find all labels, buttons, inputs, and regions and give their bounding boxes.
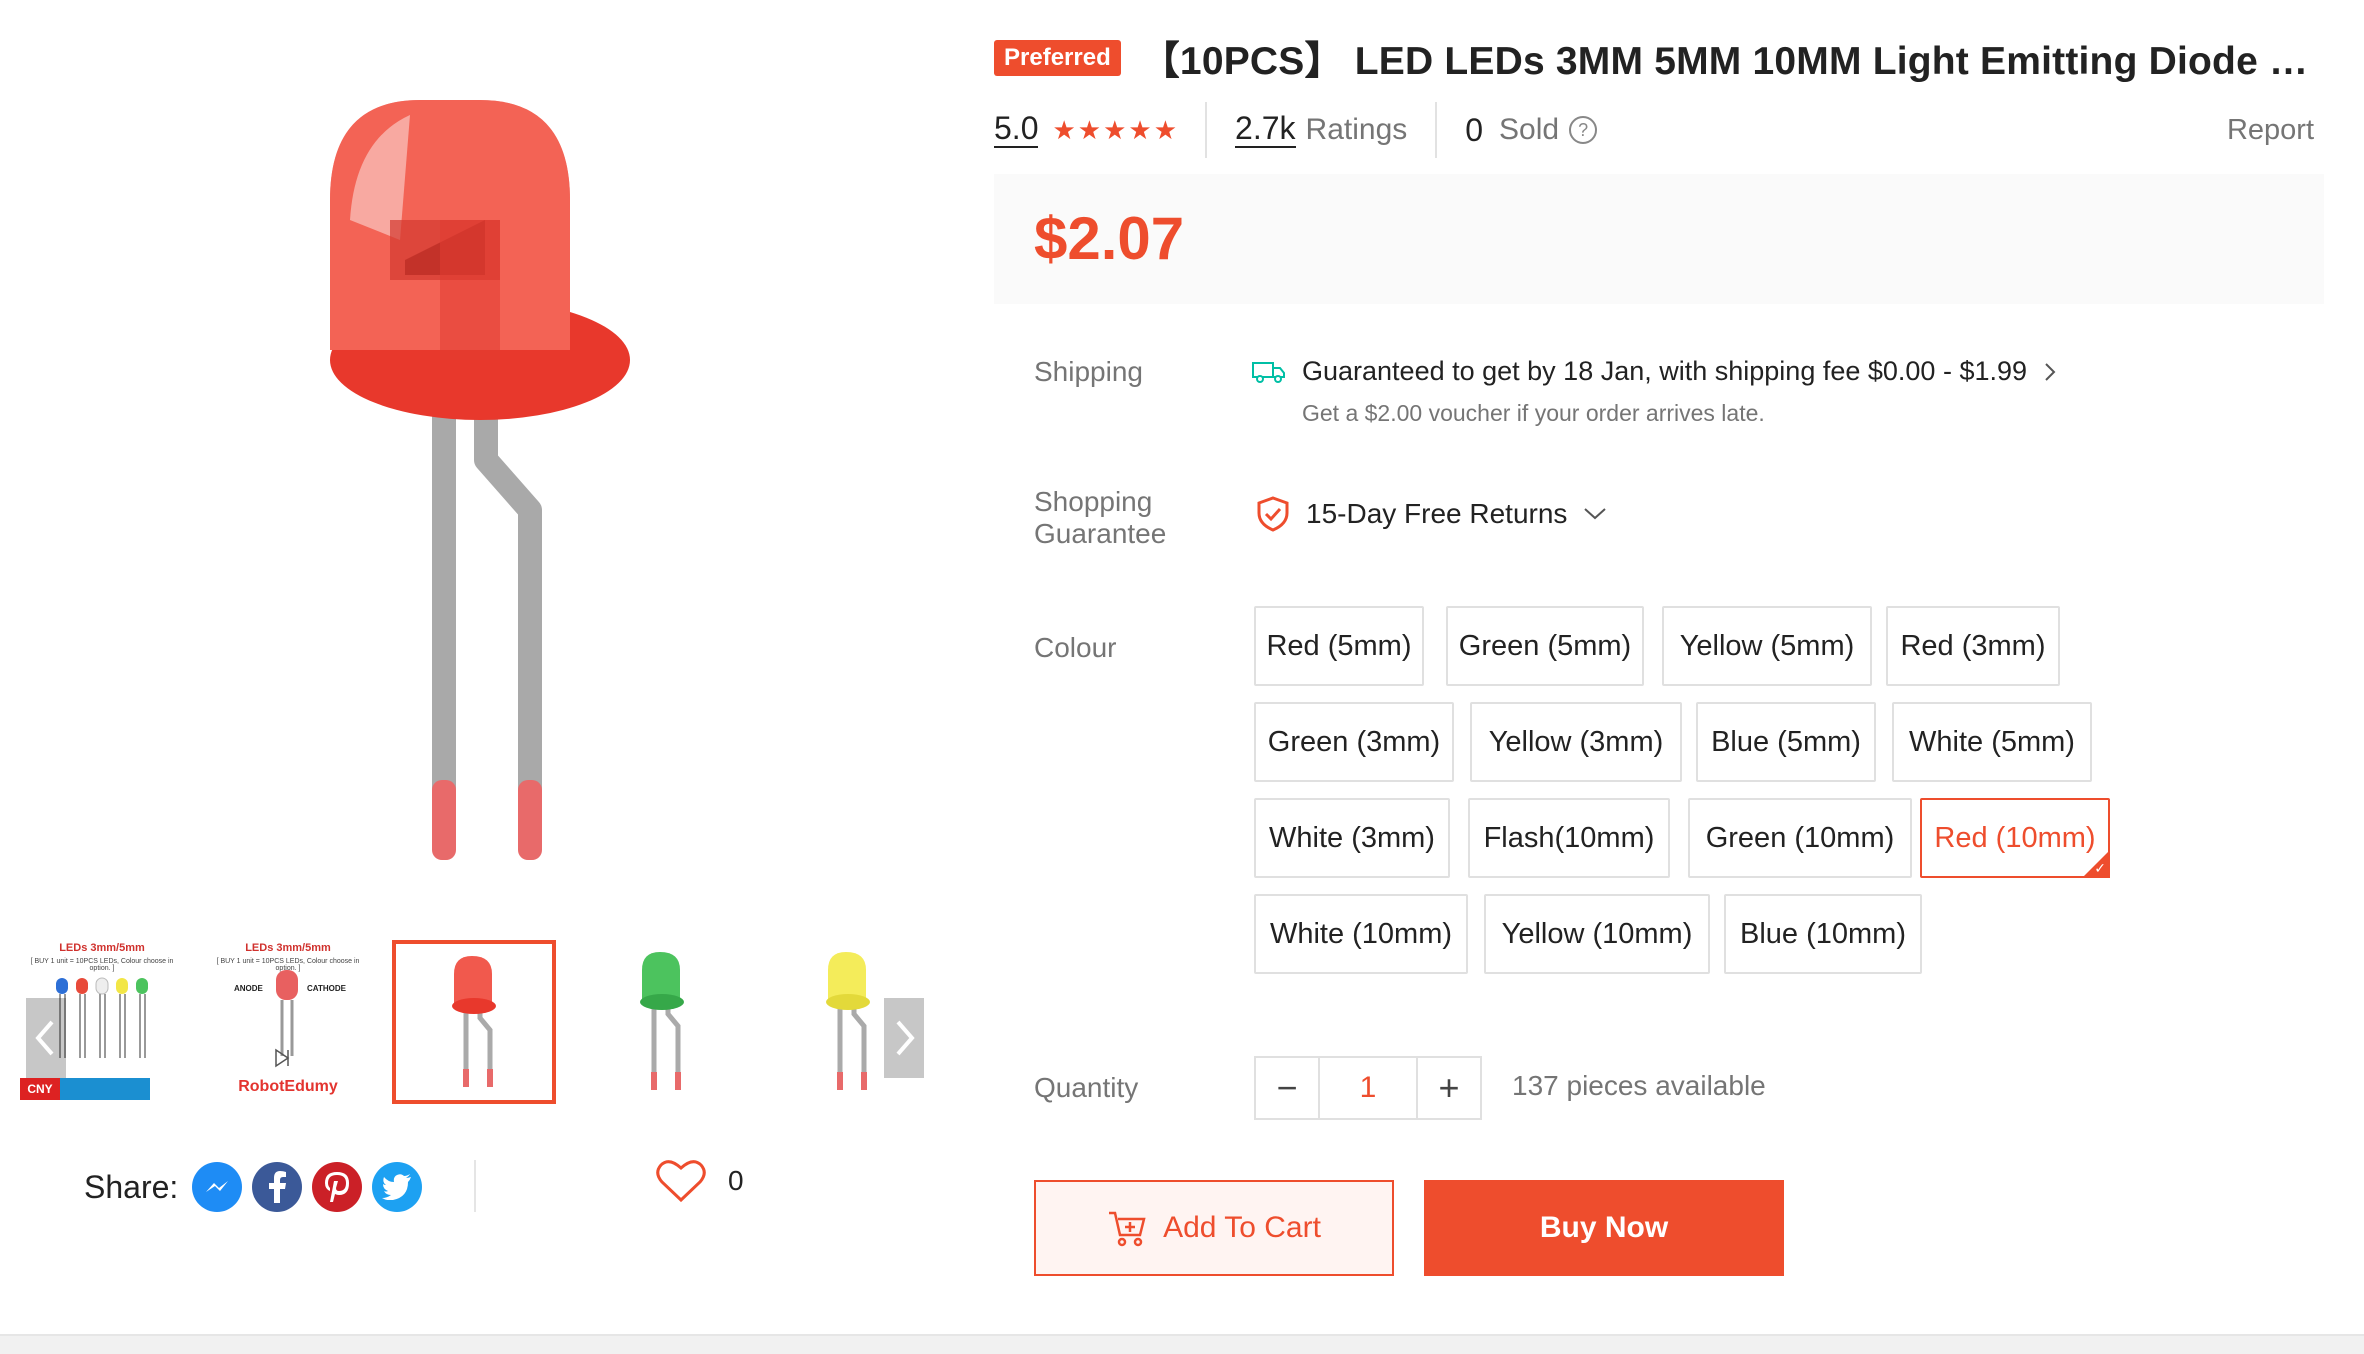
quantity-label: Quantity bbox=[1034, 1072, 1139, 1103]
buy-now-button[interactable]: Buy Now bbox=[1424, 1180, 1784, 1276]
heart-icon[interactable] bbox=[656, 1158, 706, 1204]
colour-option[interactable]: Flash(10mm) bbox=[1468, 798, 1670, 878]
star-icon: ★ bbox=[1077, 114, 1102, 145]
stats-row: 5.0 ★ ★ ★ ★ ★ 2.7k Ratings 0 Sold ? Repo… bbox=[994, 102, 2314, 158]
share-bar: Share: bbox=[84, 1160, 423, 1214]
preferred-badge: Preferred bbox=[994, 40, 1121, 76]
quantity-decrease-button[interactable]: − bbox=[1256, 1058, 1318, 1118]
quantity-input[interactable]: 1 bbox=[1318, 1058, 1418, 1118]
cart-plus-icon bbox=[1109, 1211, 1146, 1247]
pinterest-icon bbox=[325, 1172, 350, 1202]
chevron-right-icon bbox=[2045, 362, 2056, 381]
cny-tag: CNY bbox=[20, 1078, 60, 1100]
colour-option[interactable]: White (3mm) bbox=[1254, 798, 1450, 878]
thumbnail-4[interactable] bbox=[578, 940, 742, 1104]
colour-option[interactable]: Blue (10mm) bbox=[1724, 894, 1922, 974]
colour-option[interactable]: Yellow (10mm) bbox=[1484, 894, 1710, 974]
star-icon: ★ bbox=[1128, 114, 1152, 145]
title-row: Preferred 【10PCS】 LED LEDs 3MM 5MM 10MM … bbox=[994, 30, 2314, 86]
colour-option[interactable]: Red (5mm) bbox=[1254, 606, 1424, 686]
colour-option[interactable]: Green (3mm) bbox=[1254, 702, 1454, 782]
shield-check-icon bbox=[1257, 496, 1289, 532]
red-led-thumbnail bbox=[452, 956, 496, 1087]
colour-option[interactable]: Blue (5mm) bbox=[1696, 702, 1876, 782]
colour-option-selected[interactable]: Red (10mm) ✓ bbox=[1920, 798, 2110, 878]
sold-count: 0 bbox=[1465, 111, 1484, 148]
stats-divider bbox=[1205, 102, 1208, 158]
colour-option[interactable]: White (10mm) bbox=[1254, 894, 1468, 974]
rating-value[interactable]: 5.0 bbox=[994, 112, 1039, 148]
thumbnail-prev-button[interactable] bbox=[26, 998, 66, 1078]
colour-option[interactable]: Green (5mm) bbox=[1446, 606, 1644, 686]
brand-logo: RobotEdumy bbox=[238, 1078, 338, 1095]
thumbnail-strip: LEDs 3mm/5mm [ BUY 1 unit = 10PCS LEDs, … bbox=[20, 940, 928, 1110]
free-returns-text: 15-Day Free Returns bbox=[1306, 498, 1568, 529]
messenger-icon bbox=[206, 1181, 229, 1192]
pieces-available: 137 pieces available bbox=[1512, 1070, 1766, 1101]
colour-option[interactable]: Yellow (3mm) bbox=[1470, 702, 1682, 782]
rating-stars: ★ ★ ★ ★ ★ bbox=[1052, 115, 1177, 146]
add-to-cart-button[interactable]: Add To Cart bbox=[1034, 1180, 1394, 1276]
add-to-cart-label: Add To Cart bbox=[1163, 1211, 1321, 1244]
shipping-voucher-text: Get a $2.00 voucher if your order arrive… bbox=[1302, 400, 1765, 426]
price-section: $2.07 bbox=[994, 174, 2324, 304]
colour-option[interactable]: Red (3mm) bbox=[1886, 606, 2060, 686]
report-link[interactable]: Report bbox=[2227, 114, 2314, 147]
chevron-down-icon bbox=[1584, 508, 1607, 520]
thumbnail-3-selected[interactable] bbox=[392, 940, 556, 1104]
product-title: 【10PCS】 LED LEDs 3MM 5MM 10MM Light Emit… bbox=[1140, 40, 2314, 83]
shipping-label: Shipping bbox=[1034, 356, 1143, 387]
thumbnail-title: LEDs 3mm/5mm bbox=[245, 942, 331, 954]
twitter-icon bbox=[382, 1174, 412, 1200]
free-returns-dropdown[interactable]: 15-Day Free Returns bbox=[1256, 496, 1607, 532]
ratings-count[interactable]: 2.7k bbox=[1235, 112, 1296, 148]
thumbnail-title: LEDs 3mm/5mm bbox=[59, 942, 145, 954]
colour-label: Colour bbox=[1034, 632, 1117, 663]
ratings-label: Ratings bbox=[1305, 113, 1408, 146]
quantity-stepper: − 1 + bbox=[1254, 1056, 1482, 1120]
check-icon: ✓ bbox=[2094, 860, 2106, 876]
twitter-share-button[interactable] bbox=[372, 1162, 423, 1212]
product-price: $2.07 bbox=[1034, 205, 1185, 272]
shopping-guarantee-label: Shopping Guarantee bbox=[1034, 486, 1167, 550]
main-product-image bbox=[300, 20, 630, 920]
favorite-area: 0 bbox=[656, 1158, 744, 1204]
star-icon: ★ bbox=[1103, 114, 1127, 145]
colour-option[interactable]: Yellow (5mm) bbox=[1662, 606, 1872, 686]
pinterest-share-button[interactable] bbox=[312, 1162, 363, 1212]
thumbnail-next-button[interactable] bbox=[884, 998, 924, 1078]
star-icon: ★ bbox=[1153, 114, 1178, 145]
promo-banner bbox=[60, 1078, 150, 1100]
shipping-guarantee-text: Guaranteed to get by 18 Jan, with shippi… bbox=[1302, 356, 2028, 386]
stats-divider bbox=[1435, 102, 1438, 158]
green-led-thumbnail bbox=[640, 952, 684, 1090]
colour-option[interactable]: White (5mm) bbox=[1892, 702, 2092, 782]
chevron-right-icon bbox=[896, 1020, 915, 1056]
colour-option[interactable]: Green (10mm) bbox=[1688, 798, 1912, 878]
page-footer-divider bbox=[0, 1334, 2364, 1354]
share-label: Share: bbox=[84, 1168, 179, 1205]
favorite-count: 0 bbox=[728, 1165, 744, 1196]
messenger-share-button[interactable] bbox=[192, 1162, 243, 1212]
help-icon[interactable]: ? bbox=[1569, 116, 1598, 144]
red-led-illustration bbox=[330, 100, 630, 860]
led-diagram-image bbox=[275, 970, 298, 1068]
facebook-icon bbox=[269, 1171, 287, 1203]
facebook-share-button[interactable] bbox=[252, 1162, 303, 1212]
selected-option-label: Red (10mm) bbox=[1934, 821, 2096, 854]
truck-icon bbox=[1252, 361, 1285, 383]
share-divider bbox=[474, 1160, 476, 1212]
quantity-increase-button[interactable]: + bbox=[1418, 1058, 1480, 1118]
star-icon: ★ bbox=[1052, 114, 1076, 145]
thumbnail-2[interactable]: LEDs 3mm/5mm [ BUY 1 unit = 10PCS LEDs, … bbox=[206, 940, 370, 1104]
shipping-info[interactable]: Guaranteed to get by 18 Jan, with shippi… bbox=[1252, 356, 2057, 387]
sold-label: Sold bbox=[1499, 113, 1560, 146]
chevron-left-icon bbox=[35, 1020, 54, 1056]
